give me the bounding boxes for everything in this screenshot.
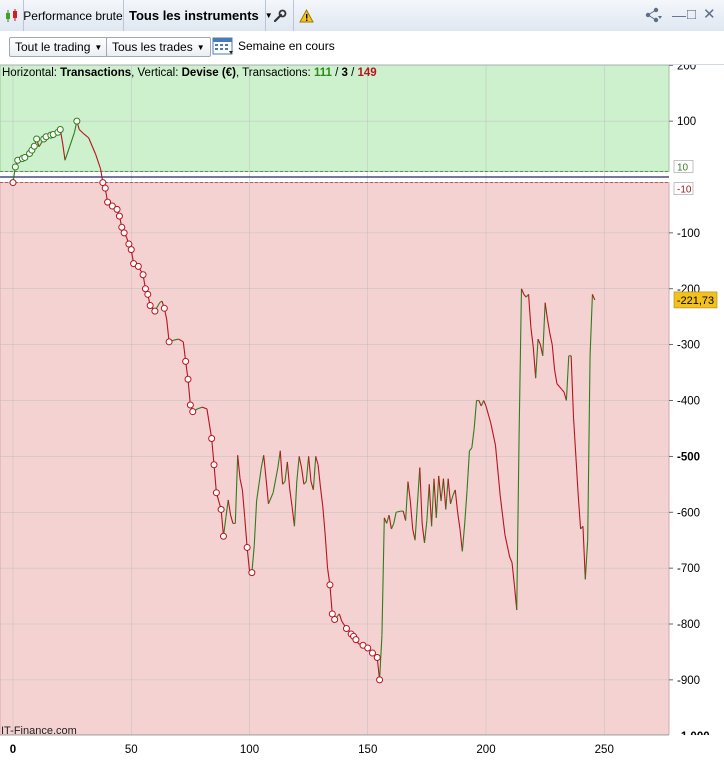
- trade-marker: [368, 649, 376, 657]
- trade-marker: [212, 489, 220, 497]
- x-tick-label: 0: [10, 744, 16, 756]
- trade-marker: [113, 205, 121, 213]
- profit-zone: [0, 65, 670, 172]
- minimize-icon[interactable]: —: [672, 7, 686, 23]
- maximize-icon[interactable]: □: [687, 7, 696, 23]
- last-value-text: -221,73: [677, 295, 714, 307]
- chevron-down-icon: ▼: [196, 42, 205, 52]
- y-tick-label: -500: [677, 451, 700, 463]
- x-axis: 0 50 100 150 200 250: [0, 734, 724, 761]
- loss-zone: [0, 182, 670, 736]
- trade-marker: [134, 262, 142, 270]
- trading-select[interactable]: Tout le trading ▼: [9, 37, 109, 57]
- trade-marker: [160, 304, 168, 312]
- x-tick-label: 100: [240, 744, 259, 756]
- instruments-dropdown[interactable]: Tous les instruments ▼: [124, 0, 273, 31]
- trade-marker: [186, 401, 194, 409]
- trade-marker: [376, 676, 384, 684]
- trade-marker: [56, 126, 64, 134]
- trade-marker: [373, 654, 381, 662]
- trade-marker: [9, 179, 17, 187]
- trade-marker: [11, 163, 19, 171]
- trade-marker: [364, 644, 372, 652]
- warning-icon[interactable]: [293, 0, 319, 31]
- y-tick-label: 200: [677, 65, 696, 72]
- x-tick-label: 50: [125, 744, 138, 756]
- trade-marker: [73, 117, 81, 125]
- trades-select-label: Tous les trades: [112, 40, 193, 54]
- trade-marker: [120, 229, 128, 237]
- y-tick-label: 100: [677, 116, 696, 128]
- trade-marker: [217, 505, 225, 513]
- trade-marker: [146, 302, 154, 310]
- trade-marker: [165, 338, 173, 346]
- performance-chart: 10-10 200100-100-200-300-400-500-600-700…: [0, 65, 724, 761]
- trade-marker: [184, 375, 192, 383]
- y-tick-label: -600: [677, 507, 700, 519]
- trade-marker: [248, 569, 256, 577]
- title-bar: Performance brute Tous les instruments ▼…: [0, 0, 724, 32]
- last-value-badge: -221,73: [673, 291, 718, 309]
- y-tick-label: -900: [677, 675, 700, 687]
- trade-marker: [115, 212, 123, 220]
- y-tick-label: -400: [677, 396, 700, 408]
- period-label: Semaine en cours: [238, 39, 335, 53]
- wrench-icon[interactable]: [267, 0, 294, 31]
- trade-marker: [101, 184, 109, 192]
- y-tick-label: -100: [677, 228, 700, 240]
- trade-marker: [30, 142, 38, 150]
- share-icon[interactable]: [644, 7, 662, 27]
- close-icon[interactable]: ✕: [703, 7, 716, 23]
- chevron-down-icon: ▼: [94, 42, 103, 52]
- trades-select[interactable]: Tous les trades ▼: [106, 37, 211, 57]
- trade-marker: [352, 636, 360, 644]
- trade-marker: [331, 616, 339, 624]
- trade-marker: [326, 581, 334, 589]
- instruments-label: Tous les instruments: [129, 8, 259, 23]
- candlestick-icon[interactable]: [0, 0, 24, 31]
- y-tick-label: -700: [677, 563, 700, 575]
- trading-select-label: Tout le trading: [15, 40, 91, 54]
- threshold-label: 10: [677, 162, 689, 173]
- x-tick-label: 250: [595, 744, 614, 756]
- tab-performance-label: Performance brute: [23, 8, 123, 23]
- chart-legend: Horizontal: Transactions, Vertical: Devi…: [2, 67, 377, 79]
- filter-toolbar: Tout le trading ▼ Tous les trades ▼ Sema…: [0, 31, 724, 65]
- trade-marker: [151, 307, 159, 315]
- trade-marker: [210, 461, 218, 469]
- trade-marker: [182, 357, 190, 365]
- calendar-icon[interactable]: [212, 36, 234, 59]
- watermark: IT-Finance.com: [1, 725, 77, 737]
- tab-performance-brute[interactable]: Performance brute: [23, 0, 124, 31]
- trade-marker: [342, 624, 350, 632]
- trade-marker: [33, 135, 41, 143]
- y-tick-label: -800: [677, 619, 700, 631]
- trade-marker: [189, 408, 197, 416]
- trade-marker: [127, 246, 135, 254]
- trade-marker: [243, 543, 251, 551]
- y-tick-label: -300: [677, 340, 700, 352]
- x-tick-label: 200: [476, 744, 495, 756]
- trade-marker: [139, 271, 147, 279]
- trade-marker: [208, 434, 216, 442]
- trade-marker: [144, 290, 152, 298]
- x-tick-label: 150: [358, 744, 377, 756]
- threshold-label: -10: [677, 185, 692, 196]
- trade-marker: [219, 532, 227, 540]
